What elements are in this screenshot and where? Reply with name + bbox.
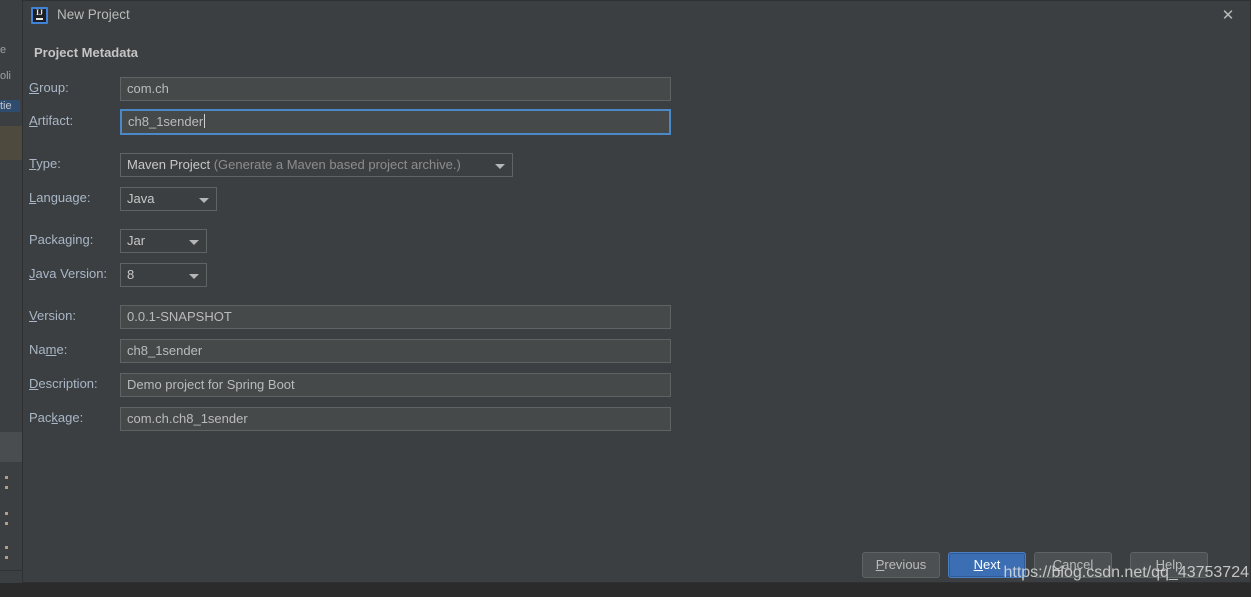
chevron-down-icon[interactable] [189,274,199,279]
form-row-version: Version: 0.0.1-SNAPSHOT [23,305,723,329]
input-package[interactable]: com.ch.ch8_1sender [120,407,671,431]
label-packaging: Packaging: [29,232,94,247]
dropdown-type[interactable]: Maven Project (Generate a Maven based pr… [120,153,513,177]
previous-button[interactable]: Previous [862,552,940,578]
text-caret [204,114,206,128]
dropdown-value-packaging: Jar [127,233,146,248]
ide-left-column [0,0,23,570]
input-value-artifact: ch8_1sender [128,114,204,129]
ide-marker-dot [5,522,8,525]
form-row-java-version: Java Version: 8 [23,263,723,287]
input-description[interactable]: Demo project for Spring Boot [120,373,671,397]
ide-marker-dot [5,486,8,489]
dropdown-java-version[interactable]: 8 [120,263,207,287]
label-description: Description: [29,376,98,391]
watermark-text: https://blog.csdn.net/qq_43753724 [1003,564,1249,581]
input-version[interactable]: 0.0.1-SNAPSHOT [120,305,671,329]
label-type: Type: [29,156,61,171]
intellij-idea-icon: IJ [31,7,48,24]
label-language: Language: [29,190,91,205]
label-artifact: Artifact: [29,113,74,128]
form-row-package: Package: com.ch.ch8_1sender [23,407,723,431]
input-value-package: com.ch.ch8_1sender [127,411,248,426]
form-row-language: Language: Java [23,187,723,211]
ide-text-fragment-selected: tie [0,100,20,112]
ide-text-fragment: e [0,44,7,56]
dropdown-language[interactable]: Java [120,187,217,211]
section-heading: Project Metadata [34,45,139,60]
chevron-down-icon[interactable] [199,198,209,203]
screen: e oli tie IJ New Project ✕ Project Metad… [0,0,1251,597]
form-row-packaging: Packaging: Jar [23,229,723,253]
close-icon[interactable]: ✕ [1216,5,1240,27]
dialog-title: New Project [57,7,130,22]
input-value-description: Demo project for Spring Boot [127,377,295,392]
ide-gutter-block [0,432,22,462]
label-package: Package: [29,410,84,425]
dropdown-value-java-version: 8 [127,267,135,282]
ide-bottom-area [0,583,1251,597]
input-name[interactable]: ch8_1sender [120,339,671,363]
input-value-name: ch8_1sender [127,343,203,358]
dropdown-hint-type: (Generate a Maven based project archive.… [210,157,461,172]
label-group: Group: [29,80,69,95]
label-java-version: Java Version: [29,266,108,281]
ide-marker-dot [5,476,8,479]
input-artifact[interactable]: ch8_1sender [120,109,671,135]
form-row-description: Description: Demo project for Spring Boot [23,373,723,397]
ide-marker-dot [5,512,8,515]
chevron-down-icon[interactable] [495,164,505,169]
label-name: Name: [29,342,68,357]
ide-text-fragment: oli [0,70,12,82]
new-project-dialog: IJ New Project ✕ Project Metadata Group:… [22,0,1251,583]
dropdown-packaging[interactable]: Jar [120,229,207,253]
ide-highlight-strip [0,126,22,160]
ide-marker-dot [5,556,8,559]
dropdown-value-language: Java [127,191,155,206]
form-row-artifact: Artifact: ch8_1sender [23,109,723,135]
form-row-name: Name: ch8_1sender [23,339,723,363]
chevron-down-icon[interactable] [189,240,199,245]
input-group[interactable]: com.ch [120,77,671,101]
dropdown-value-type: Maven Project [127,157,211,172]
form-row-type: Type: Maven Project (Generate a Maven bas… [23,153,723,177]
input-value-group: com.ch [127,81,169,96]
ide-marker-dot [5,546,8,549]
form-row-group: Group: com.ch [23,77,723,101]
label-version: Version: [29,308,76,323]
dialog-title-bar: IJ New Project ✕ [23,1,1250,31]
input-value-version: 0.0.1-SNAPSHOT [127,309,232,324]
